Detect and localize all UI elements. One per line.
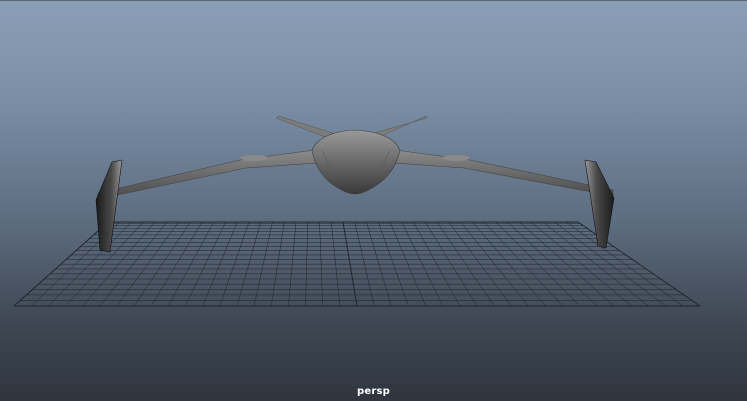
perspective-viewport[interactable]: persp	[0, 0, 747, 401]
scene-canvas[interactable]	[0, 0, 747, 401]
camera-name-label: persp	[357, 386, 390, 397]
